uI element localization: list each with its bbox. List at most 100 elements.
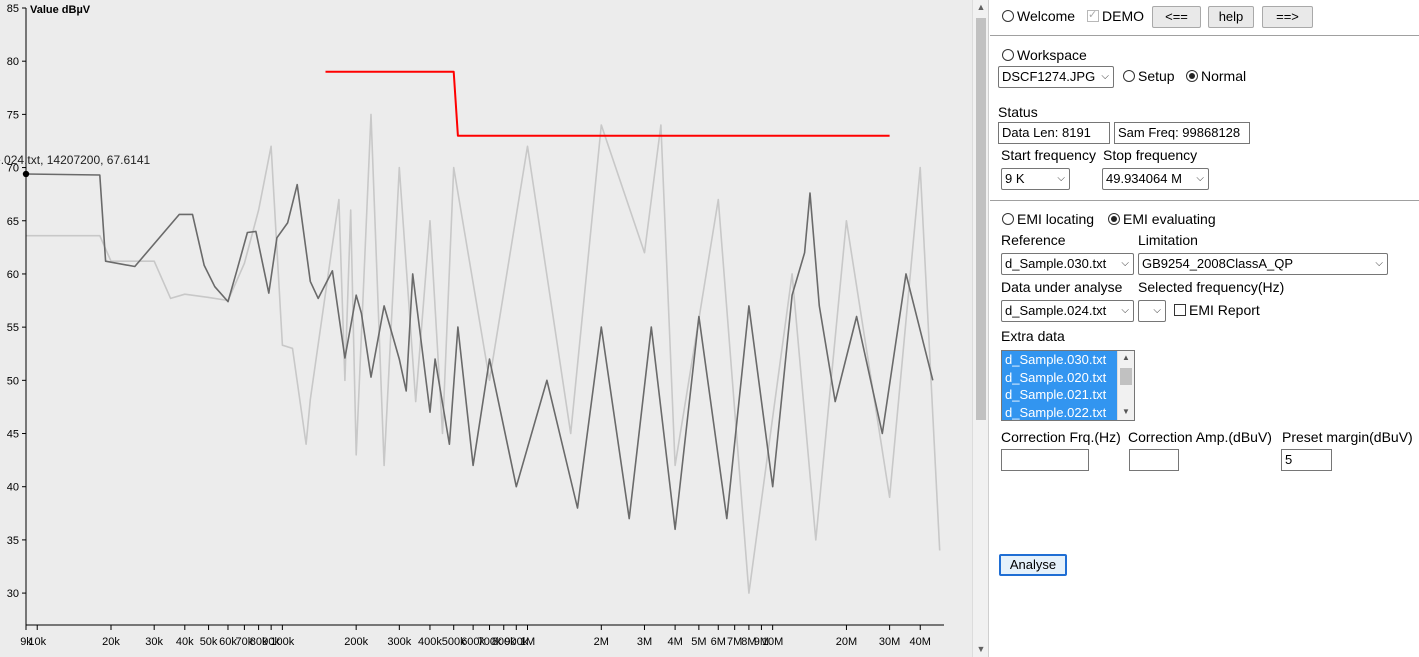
data-point — [318, 298, 319, 299]
data-point — [244, 263, 245, 264]
data-point — [344, 380, 345, 381]
data-point — [748, 305, 749, 306]
data-point — [920, 167, 921, 168]
y-tick-label: 60 — [7, 269, 19, 281]
listbox-scroll-thumb[interactable] — [1120, 368, 1132, 385]
data-point — [453, 71, 454, 72]
data-point — [325, 71, 326, 72]
preset-margin-label: Preset margin(dBuV) — [1282, 429, 1413, 445]
data-point — [429, 412, 430, 413]
chevron-down-icon[interactable]: ▼ — [1120, 407, 1132, 416]
list-item[interactable]: d_Sample.021.txt — [1002, 386, 1118, 404]
preset-margin-input[interactable]: 5 — [1281, 449, 1332, 471]
data-point — [449, 444, 450, 445]
emi-evaluating-radio[interactable]: EMI evaluating — [1108, 211, 1216, 227]
data-point — [154, 261, 155, 262]
data-point — [310, 281, 311, 282]
emi-spectrum-chart[interactable]: 3035404550556065707580859k10k 20k 30k 40k 50… — [0, 0, 972, 657]
data-point — [819, 305, 820, 306]
data-point — [134, 266, 135, 267]
data-point — [105, 261, 106, 262]
data-point — [99, 174, 100, 175]
reference-select[interactable]: d_Sample.030.txt ⌵ — [1001, 253, 1134, 275]
data-under-analyse-select[interactable]: d_Sample.024.txt ⌵ — [1001, 300, 1134, 322]
data-point — [429, 220, 430, 221]
scrollbar-thumb[interactable] — [976, 18, 986, 420]
data-point — [192, 214, 193, 215]
next-button[interactable]: ==> — [1262, 6, 1313, 28]
correction-amp-input[interactable] — [1129, 449, 1179, 471]
list-item[interactable]: d_Sample.020.txt — [1002, 368, 1118, 386]
chart-area[interactable]: 30 35 40 45 50 55 60 65 70 75 80 85 9k 10k 20k 30k 40k 50… — [0, 0, 972, 657]
data-point — [546, 380, 547, 381]
extra-data-label: Extra data — [1001, 328, 1065, 344]
x-tick-label: 400k — [418, 636, 442, 648]
workspace-radio-icon[interactable] — [1002, 49, 1014, 61]
y-tick-label: 75 — [7, 109, 19, 121]
y-tick-label: 30 — [7, 588, 19, 600]
help-button[interactable]: help — [1208, 6, 1254, 28]
emi-locating-radio-icon[interactable] — [1002, 213, 1014, 225]
welcome-radio[interactable]: Welcome — [1002, 8, 1075, 24]
page-scrollbar[interactable]: ▲ ▼ — [972, 0, 989, 657]
prev-button[interactable]: <== — [1152, 6, 1201, 28]
chevron-up-icon[interactable]: ▲ — [1120, 353, 1132, 362]
x-tick-label: 10k — [28, 636, 46, 648]
start-frequency-select[interactable]: 9 K ⌵ — [1001, 168, 1070, 190]
chevron-down-icon: ⌵ — [1375, 258, 1383, 269]
y-tick-label: 85 — [7, 3, 19, 15]
welcome-radio-icon[interactable] — [1002, 10, 1014, 22]
selected-frequency-select[interactable]: ⌵ — [1138, 300, 1166, 322]
trace-reference — [26, 113, 941, 594]
data-point — [271, 146, 272, 147]
data-point — [675, 529, 676, 530]
data-point — [748, 593, 749, 594]
data-point — [726, 518, 727, 519]
data-point — [718, 199, 719, 200]
setup-radio-icon[interactable] — [1123, 70, 1135, 82]
chevron-down-icon: ⌵ — [1121, 258, 1129, 269]
data-point — [361, 313, 362, 314]
setup-radio[interactable]: Setup — [1123, 68, 1175, 84]
x-tick-label: 40M — [910, 636, 931, 648]
demo-checkbox[interactable]: DEMO — [1087, 8, 1144, 24]
chevron-down-icon: ⌵ — [1101, 71, 1109, 82]
analyse-button[interactable]: Analyse — [999, 554, 1067, 576]
emi-locating-radio[interactable]: EMI locating — [1002, 211, 1094, 227]
data-point — [489, 380, 490, 381]
x-tick-label: 30M — [879, 636, 900, 648]
x-tick-label: 10M — [762, 636, 783, 648]
scroll-up-icon[interactable]: ▲ — [976, 2, 986, 12]
data-point — [804, 252, 805, 253]
limitation-select[interactable]: GB9254_2008ClassA_QP ⌵ — [1138, 253, 1388, 275]
emi-report-check-icon[interactable] — [1174, 304, 1186, 316]
data-point — [214, 286, 215, 287]
y-tick-label: 55 — [7, 322, 19, 334]
chevron-down-icon: ⌵ — [1057, 173, 1065, 184]
data-point — [306, 444, 307, 445]
correction-frq-input[interactable] — [1001, 449, 1089, 471]
emi-report-checkbox[interactable]: EMI Report — [1174, 302, 1260, 318]
limitation-label: Limitation — [1138, 232, 1198, 248]
demo-check-icon[interactable] — [1087, 8, 1099, 22]
list-item[interactable]: d_Sample.030.txt — [1002, 351, 1118, 369]
stop-frequency-select[interactable]: 49.934064 M ⌵ — [1102, 168, 1209, 190]
extra-data-listbox[interactable]: d_Sample.030.txt d_Sample.020.txt d_Samp… — [1001, 350, 1135, 421]
normal-radio[interactable]: Normal — [1186, 68, 1246, 84]
data-point — [601, 327, 602, 328]
list-item[interactable]: d_Sample.022.txt — [1002, 403, 1118, 420]
reference-label: Reference — [1001, 232, 1066, 248]
emi-evaluating-radio-icon[interactable] — [1108, 213, 1120, 225]
data-point — [435, 359, 436, 360]
x-tick-label: 50k — [200, 636, 218, 648]
normal-radio-icon[interactable] — [1186, 70, 1198, 82]
limit-line — [325, 70, 890, 137]
x-tick-label: 200k — [344, 636, 368, 648]
data-point — [310, 399, 311, 400]
listbox-scrollbar[interactable]: ▲ ▼ — [1117, 351, 1134, 420]
workspace-radio[interactable]: Workspace — [1002, 47, 1087, 63]
scroll-down-icon[interactable]: ▼ — [976, 644, 986, 654]
data-point — [268, 293, 269, 294]
x-tick-label: 1M — [520, 636, 535, 648]
workspace-file-select[interactable]: DSCF1274.JPG ⌵ — [998, 66, 1114, 88]
